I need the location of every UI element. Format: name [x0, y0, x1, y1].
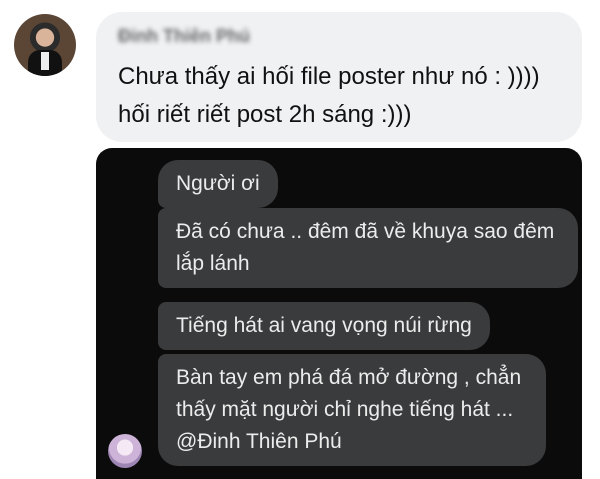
chat-message: Đã có chưa .. đêm đã về khuya sao đêm lắ…	[158, 208, 578, 288]
chat-message: Tiếng hát ai vang vọng núi rừng	[158, 302, 490, 350]
chat-message: Người ơi	[158, 160, 278, 208]
comment-author-name[interactable]: Đinh Thiên Phú	[118, 26, 250, 47]
comment-avatar[interactable]	[14, 14, 76, 76]
chat-message: Bàn tay em phá đá mở đường , chẳn thấy m…	[158, 354, 546, 466]
comment-text: Chưa thấy ai hối file poster như nó : ))…	[118, 63, 540, 128]
avatar-collar	[41, 52, 49, 70]
chat-panel: Người ơi Đã có chưa .. đêm đã về khuya s…	[96, 148, 582, 479]
chat-sender-avatar[interactable]	[108, 434, 142, 468]
comment-bubble: Đinh Thiên Phú Chưa thấy ai hối file pos…	[96, 12, 582, 142]
